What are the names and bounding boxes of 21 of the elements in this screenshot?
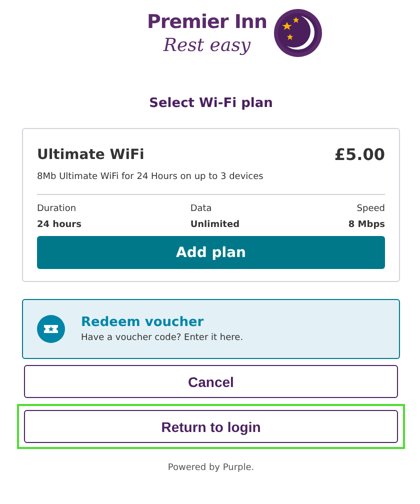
spec-value: 8 Mbps [348,220,385,230]
spec-value: 24 hours [37,220,82,230]
plan-name: Ultimate WiFi [37,146,144,162]
outline-button[interactable]: Cancel [24,365,398,398]
brand-name: Premier Inn [147,10,267,35]
voucher-card[interactable]: Redeem voucher Have a voucher code? Enter it here. [22,299,400,359]
brand-tagline: Rest easy [163,35,251,57]
page-title: Select Wi-Fi plan [148,96,274,111]
plan-price: £5.00 [334,145,385,164]
outline-button[interactable]: Return to login [24,410,398,443]
spec-value: Unlimited [190,220,240,230]
spec-label: Speed [356,204,385,214]
spec-label: Duration [37,204,78,214]
plan-description: 8Mb Ultimate WiFi for 24 Hours on up to 3 devices [37,172,385,195]
spec-label: Data [190,204,213,214]
powered-by-text: Powered by Purple. [166,463,256,473]
add-plan-button[interactable]: Add plan [37,236,385,269]
moon-logo-icon [273,8,323,58]
ticket-icon [37,315,65,343]
voucher-title: Redeem voucher [81,315,205,330]
voucher-hint: Have a voucher code? Enter it here. [81,333,244,343]
